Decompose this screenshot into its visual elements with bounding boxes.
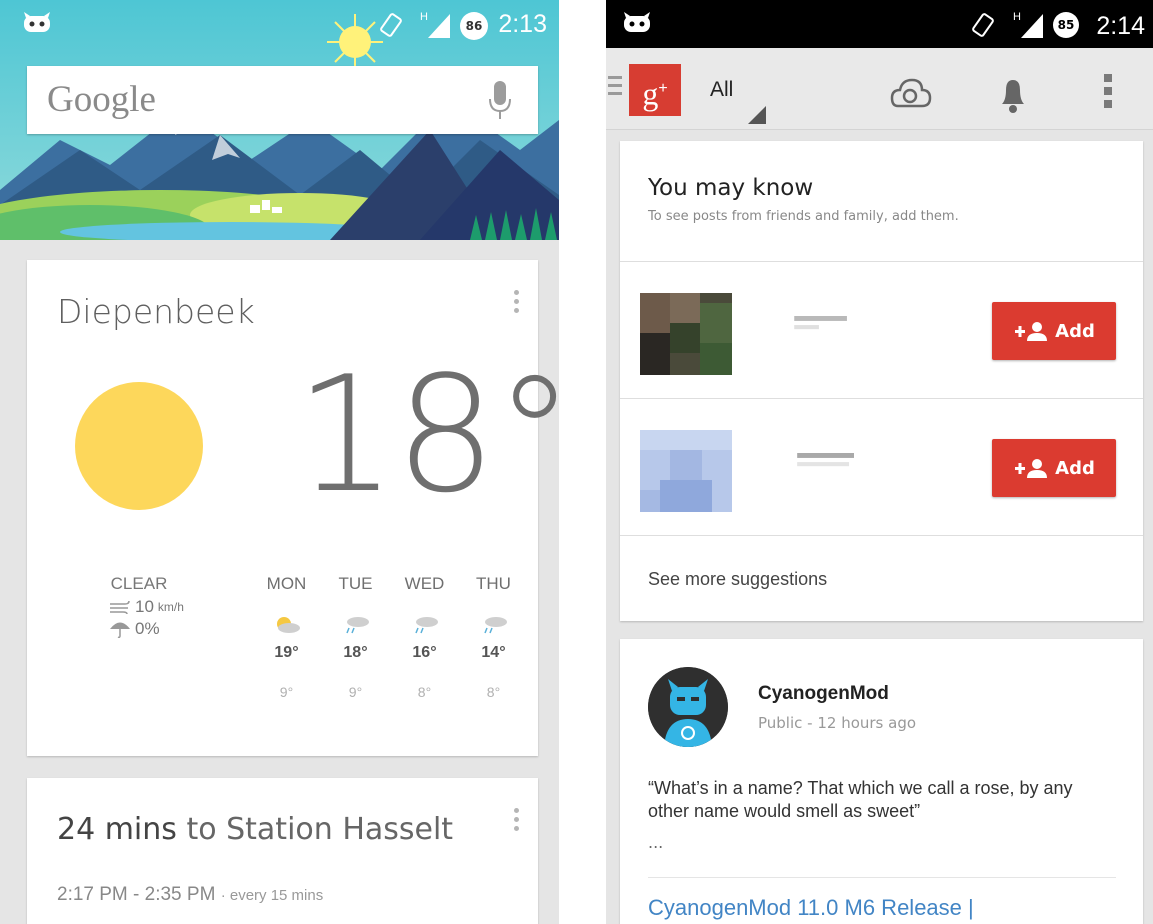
suggestion-row[interactable]: Add — [620, 262, 1143, 398]
mic-icon[interactable] — [488, 81, 512, 121]
current-temperature: 18° — [295, 341, 559, 528]
post-author[interactable]: CyanogenMod — [758, 683, 889, 705]
add-button-label: Add — [1055, 320, 1095, 342]
add-person-icon — [1015, 322, 1048, 341]
screen-gap — [559, 0, 606, 924]
commute-card-overflow-icon[interactable] — [514, 808, 520, 834]
google-now-screen: H 86 2:13 Google Diepenbeek 18° CLEAR 10… — [0, 0, 559, 924]
forecast-high: 18° — [343, 644, 368, 661]
google-logo: Google — [47, 79, 156, 120]
forecast-high: 14° — [481, 644, 506, 661]
app-bar: g+ All — [606, 48, 1153, 130]
status-bar: H 86 2:13 — [0, 0, 559, 48]
svg-text:H: H — [1013, 11, 1021, 23]
signal-icon: H — [420, 11, 450, 38]
you-may-know-card: You may know To see posts from friends a… — [620, 141, 1143, 621]
forecast-day-name: THU — [476, 574, 511, 593]
google-search-box[interactable]: Google — [27, 66, 538, 134]
you-may-know-subtitle: To see posts from friends and family, ad… — [648, 209, 959, 224]
weather-card-overflow-icon[interactable] — [514, 290, 520, 316]
divider — [648, 877, 1116, 878]
suggestion-row[interactable]: Add — [620, 399, 1143, 535]
forecast-day: TUE 18° 9° — [321, 574, 390, 708]
add-person-icon — [1015, 459, 1048, 478]
blurred-avatar — [640, 293, 732, 375]
forecast-high: 16° — [412, 644, 437, 661]
wind-value: 10 — [135, 597, 154, 616]
rotate-icon — [380, 13, 402, 37]
add-person-button[interactable]: Add — [992, 439, 1116, 497]
you-may-know-title: You may know — [648, 175, 814, 201]
commute-duration: 24 mins — [57, 812, 177, 847]
rain-cloud-icon — [483, 617, 507, 634]
forecast-day-name: TUE — [338, 574, 373, 593]
forecast-day-name: WED — [404, 574, 445, 593]
post-text: “What’s in a name? That which we call a … — [648, 778, 1073, 821]
weather-card[interactable]: Diepenbeek 18° CLEAR 10 km/h 0% MON 19° 9… — [27, 260, 559, 756]
post-card[interactable]: CyanogenMod Public - 12 hours ago “What’… — [620, 639, 1143, 924]
wind-unit: km/h — [157, 600, 184, 614]
commute-frequency: · every 15 mins — [220, 887, 324, 904]
clear-sun-icon — [75, 382, 203, 510]
forecast-day: THU 14° 8° — [459, 574, 528, 708]
cyanogenmod-icon — [624, 12, 650, 32]
svg-text:H: H — [420, 11, 428, 23]
battery-indicator: 86 — [460, 12, 488, 40]
blurred-name — [797, 453, 854, 467]
signal-icon: H — [1013, 11, 1043, 38]
battery-indicator: 85 — [1053, 12, 1079, 38]
rain-cloud-icon — [414, 617, 438, 634]
commute-card[interactable]: 24 mins to Station Hasselt 2:17 PM - 2:3… — [27, 778, 538, 924]
rain-cloud-icon — [345, 617, 369, 634]
divider — [620, 535, 1143, 536]
weather-city: Diepenbeek — [57, 292, 255, 331]
forecast-day: MON 19° 9° — [252, 574, 321, 708]
wind-icon — [110, 600, 130, 614]
post-link[interactable]: CyanogenMod 11.0 M6 Release | — [648, 895, 974, 921]
status-time: 2:13 — [498, 10, 547, 38]
forecast-low: 8° — [486, 684, 501, 700]
google-plus-logo[interactable]: g+ — [629, 64, 681, 116]
forecast-high: 19° — [274, 644, 299, 661]
commute-schedule: 2:17 PM - 2:35 PM · every 15 mins — [57, 884, 323, 906]
dropdown-arrow-icon[interactable] — [748, 106, 766, 124]
blurred-name — [794, 316, 847, 330]
umbrella-icon — [110, 622, 130, 638]
commute-title: 24 mins to Station Hasselt — [57, 812, 453, 847]
cyanogenmod-icon — [24, 12, 50, 32]
drawer-icon[interactable] — [608, 76, 622, 98]
status-bar: H 85 2:14 — [606, 0, 1153, 48]
post-meta: Public - 12 hours ago — [758, 714, 917, 732]
add-person-button[interactable]: Add — [992, 302, 1116, 360]
cyanogenmod-avatar[interactable] — [648, 667, 728, 747]
see-more-suggestions-link[interactable]: See more suggestions — [648, 569, 827, 590]
stream-selector[interactable]: All — [710, 78, 733, 102]
post-ellipsis: ... — [648, 833, 664, 852]
forecast-day-name: MON — [266, 574, 307, 593]
partly-sunny-icon — [276, 617, 300, 633]
circles-icon[interactable] — [890, 76, 936, 116]
forecast-low: 9° — [279, 684, 294, 700]
status-time: 2:14 — [1096, 12, 1145, 40]
forecast-low: 9° — [348, 684, 363, 700]
precip-value: 0% — [135, 619, 160, 638]
wind-speed: 10 km/h — [109, 596, 184, 618]
blurred-avatar — [640, 430, 732, 512]
commute-time-range: 2:17 PM - 2:35 PM — [57, 884, 216, 905]
google-plus-screen: H 85 2:14 g+ All You may know To see pos… — [606, 0, 1153, 924]
add-button-label: Add — [1055, 457, 1095, 479]
forecast-day: WED 16° 8° — [390, 574, 459, 708]
precipitation: 0% — [109, 618, 184, 640]
rotate-icon — [972, 13, 994, 37]
commute-destination: to Station Hasselt — [186, 812, 454, 847]
weather-conditions: CLEAR 10 km/h 0% — [109, 574, 184, 640]
overflow-menu-icon[interactable] — [1104, 74, 1112, 108]
forecast-low: 8° — [417, 684, 432, 700]
condition-label: CLEAR — [110, 574, 168, 593]
notifications-bell-icon[interactable] — [998, 76, 1028, 114]
forecast-row: MON 19° 9° TUE 18° 9° WED 16° 8° THU 14° — [252, 574, 528, 708]
